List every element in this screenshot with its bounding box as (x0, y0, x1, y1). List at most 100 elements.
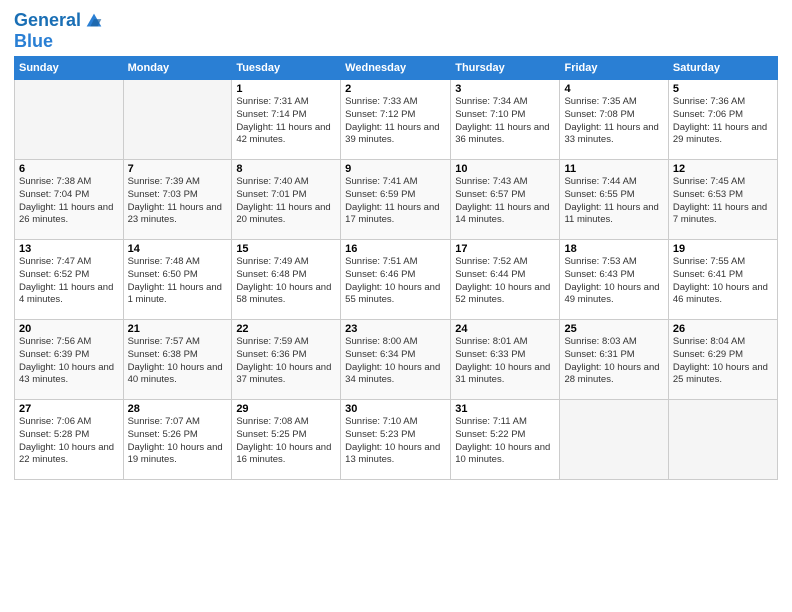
day-info: Sunrise: 7:34 AMSunset: 7:10 PMDaylight:… (455, 96, 555, 147)
day-info: Sunrise: 7:59 AMSunset: 6:36 PMDaylight:… (236, 336, 336, 387)
day-number: 6 (19, 163, 119, 175)
day-info: Sunrise: 7:38 AMSunset: 7:04 PMDaylight:… (19, 176, 119, 227)
day-number: 3 (455, 83, 555, 95)
weekday-header: Saturday (668, 57, 777, 80)
day-number: 9 (345, 163, 446, 175)
weekday-header: Wednesday (341, 57, 451, 80)
day-number: 1 (236, 83, 336, 95)
day-info: Sunrise: 7:56 AMSunset: 6:39 PMDaylight:… (19, 336, 119, 387)
calendar-day-cell: 9Sunrise: 7:41 AMSunset: 6:59 PMDaylight… (341, 160, 451, 240)
day-info: Sunrise: 7:11 AMSunset: 5:22 PMDaylight:… (455, 416, 555, 467)
day-number: 29 (236, 403, 336, 415)
calendar-day-cell (123, 80, 232, 160)
day-number: 2 (345, 83, 446, 95)
day-number: 14 (128, 243, 228, 255)
calendar-day-cell: 6Sunrise: 7:38 AMSunset: 7:04 PMDaylight… (15, 160, 124, 240)
day-number: 10 (455, 163, 555, 175)
calendar-week-row: 13Sunrise: 7:47 AMSunset: 6:52 PMDayligh… (15, 240, 778, 320)
day-info: Sunrise: 7:40 AMSunset: 7:01 PMDaylight:… (236, 176, 336, 227)
day-number: 21 (128, 323, 228, 335)
day-info: Sunrise: 7:57 AMSunset: 6:38 PMDaylight:… (128, 336, 228, 387)
calendar-day-cell: 10Sunrise: 7:43 AMSunset: 6:57 PMDayligh… (451, 160, 560, 240)
day-number: 13 (19, 243, 119, 255)
calendar-day-cell (668, 400, 777, 480)
weekday-header: Thursday (451, 57, 560, 80)
day-number: 25 (564, 323, 663, 335)
day-info: Sunrise: 8:04 AMSunset: 6:29 PMDaylight:… (673, 336, 773, 387)
day-info: Sunrise: 7:52 AMSunset: 6:44 PMDaylight:… (455, 256, 555, 307)
day-info: Sunrise: 7:31 AMSunset: 7:14 PMDaylight:… (236, 96, 336, 147)
calendar-day-cell: 29Sunrise: 7:08 AMSunset: 5:25 PMDayligh… (232, 400, 341, 480)
calendar-day-cell (15, 80, 124, 160)
day-number: 18 (564, 243, 663, 255)
day-info: Sunrise: 8:00 AMSunset: 6:34 PMDaylight:… (345, 336, 446, 387)
day-info: Sunrise: 7:47 AMSunset: 6:52 PMDaylight:… (19, 256, 119, 307)
day-number: 12 (673, 163, 773, 175)
calendar-day-cell: 20Sunrise: 7:56 AMSunset: 6:39 PMDayligh… (15, 320, 124, 400)
day-info: Sunrise: 7:43 AMSunset: 6:57 PMDaylight:… (455, 176, 555, 227)
calendar-day-cell: 15Sunrise: 7:49 AMSunset: 6:48 PMDayligh… (232, 240, 341, 320)
day-number: 30 (345, 403, 446, 415)
logo-blue: Blue (14, 32, 105, 50)
calendar-day-cell: 12Sunrise: 7:45 AMSunset: 6:53 PMDayligh… (668, 160, 777, 240)
day-info: Sunrise: 7:07 AMSunset: 5:26 PMDaylight:… (128, 416, 228, 467)
calendar-day-cell: 1Sunrise: 7:31 AMSunset: 7:14 PMDaylight… (232, 80, 341, 160)
day-info: Sunrise: 7:06 AMSunset: 5:28 PMDaylight:… (19, 416, 119, 467)
day-number: 20 (19, 323, 119, 335)
day-info: Sunrise: 7:36 AMSunset: 7:06 PMDaylight:… (673, 96, 773, 147)
logo-text: General (14, 11, 81, 31)
calendar-day-cell: 23Sunrise: 8:00 AMSunset: 6:34 PMDayligh… (341, 320, 451, 400)
calendar-day-cell: 26Sunrise: 8:04 AMSunset: 6:29 PMDayligh… (668, 320, 777, 400)
calendar-week-row: 1Sunrise: 7:31 AMSunset: 7:14 PMDaylight… (15, 80, 778, 160)
day-number: 23 (345, 323, 446, 335)
calendar-day-cell: 25Sunrise: 8:03 AMSunset: 6:31 PMDayligh… (560, 320, 668, 400)
day-number: 28 (128, 403, 228, 415)
day-info: Sunrise: 7:49 AMSunset: 6:48 PMDaylight:… (236, 256, 336, 307)
day-info: Sunrise: 7:55 AMSunset: 6:41 PMDaylight:… (673, 256, 773, 307)
calendar-day-cell: 2Sunrise: 7:33 AMSunset: 7:12 PMDaylight… (341, 80, 451, 160)
logo-general: General (14, 10, 81, 30)
day-info: Sunrise: 7:44 AMSunset: 6:55 PMDaylight:… (564, 176, 663, 227)
day-number: 16 (345, 243, 446, 255)
calendar-day-cell: 22Sunrise: 7:59 AMSunset: 6:36 PMDayligh… (232, 320, 341, 400)
calendar-day-cell: 28Sunrise: 7:07 AMSunset: 5:26 PMDayligh… (123, 400, 232, 480)
weekday-header: Friday (560, 57, 668, 80)
calendar-week-row: 6Sunrise: 7:38 AMSunset: 7:04 PMDaylight… (15, 160, 778, 240)
day-number: 5 (673, 83, 773, 95)
calendar-table: SundayMondayTuesdayWednesdayThursdayFrid… (14, 56, 778, 480)
day-number: 26 (673, 323, 773, 335)
day-number: 8 (236, 163, 336, 175)
calendar-day-cell: 3Sunrise: 7:34 AMSunset: 7:10 PMDaylight… (451, 80, 560, 160)
calendar-day-cell: 24Sunrise: 8:01 AMSunset: 6:33 PMDayligh… (451, 320, 560, 400)
day-info: Sunrise: 7:51 AMSunset: 6:46 PMDaylight:… (345, 256, 446, 307)
calendar-day-cell: 4Sunrise: 7:35 AMSunset: 7:08 PMDaylight… (560, 80, 668, 160)
calendar-day-cell: 14Sunrise: 7:48 AMSunset: 6:50 PMDayligh… (123, 240, 232, 320)
calendar-day-cell: 11Sunrise: 7:44 AMSunset: 6:55 PMDayligh… (560, 160, 668, 240)
calendar-header-row: SundayMondayTuesdayWednesdayThursdayFrid… (15, 57, 778, 80)
calendar-day-cell: 31Sunrise: 7:11 AMSunset: 5:22 PMDayligh… (451, 400, 560, 480)
calendar-day-cell: 21Sunrise: 7:57 AMSunset: 6:38 PMDayligh… (123, 320, 232, 400)
calendar-day-cell (560, 400, 668, 480)
day-number: 27 (19, 403, 119, 415)
day-info: Sunrise: 7:08 AMSunset: 5:25 PMDaylight:… (236, 416, 336, 467)
day-info: Sunrise: 8:01 AMSunset: 6:33 PMDaylight:… (455, 336, 555, 387)
day-info: Sunrise: 7:45 AMSunset: 6:53 PMDaylight:… (673, 176, 773, 227)
calendar-day-cell: 17Sunrise: 7:52 AMSunset: 6:44 PMDayligh… (451, 240, 560, 320)
day-number: 7 (128, 163, 228, 175)
weekday-header: Sunday (15, 57, 124, 80)
day-number: 22 (236, 323, 336, 335)
calendar-week-row: 20Sunrise: 7:56 AMSunset: 6:39 PMDayligh… (15, 320, 778, 400)
calendar-day-cell: 30Sunrise: 7:10 AMSunset: 5:23 PMDayligh… (341, 400, 451, 480)
calendar-week-row: 27Sunrise: 7:06 AMSunset: 5:28 PMDayligh… (15, 400, 778, 480)
day-number: 31 (455, 403, 555, 415)
day-info: Sunrise: 7:41 AMSunset: 6:59 PMDaylight:… (345, 176, 446, 227)
logo: General Blue (14, 10, 105, 50)
day-info: Sunrise: 7:53 AMSunset: 6:43 PMDaylight:… (564, 256, 663, 307)
calendar-day-cell: 16Sunrise: 7:51 AMSunset: 6:46 PMDayligh… (341, 240, 451, 320)
weekday-header: Monday (123, 57, 232, 80)
calendar-day-cell: 27Sunrise: 7:06 AMSunset: 5:28 PMDayligh… (15, 400, 124, 480)
day-number: 19 (673, 243, 773, 255)
day-info: Sunrise: 7:10 AMSunset: 5:23 PMDaylight:… (345, 416, 446, 467)
day-number: 15 (236, 243, 336, 255)
day-info: Sunrise: 7:33 AMSunset: 7:12 PMDaylight:… (345, 96, 446, 147)
